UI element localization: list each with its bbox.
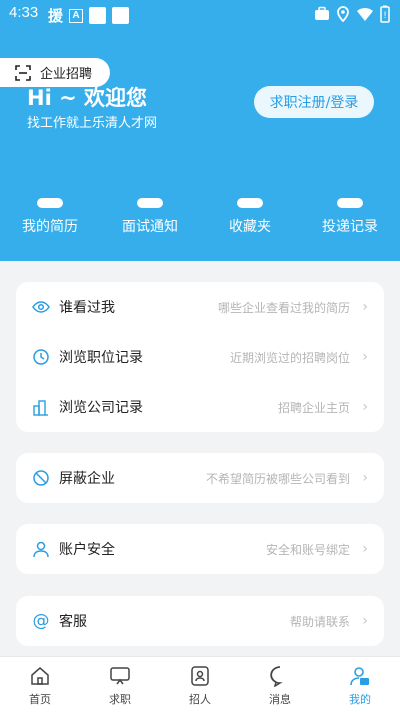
company-recruit-label: 企业招聘	[40, 67, 93, 82]
menu-card-block: 屏蔽企业 不希望简历被哪些公司看到 ›	[16, 453, 384, 503]
menu-item-account-security[interactable]: 账户安全 安全和账号绑定 ›	[16, 524, 384, 574]
clock-icon	[32, 348, 50, 366]
menu-item-desc: 哪些企业查看过我的简历	[217, 300, 350, 315]
greeting-title: Hi ~ 欢迎您	[27, 86, 147, 110]
menu-item-label: 账户安全	[59, 542, 115, 558]
menu-card-security: 账户安全 安全和账号绑定 ›	[16, 524, 384, 574]
stat-resume[interactable]: 我的简历	[0, 198, 100, 236]
tab-label: 我的	[349, 693, 371, 706]
wifi-icon	[357, 7, 373, 21]
menu-item-label: 客服	[59, 614, 87, 630]
status-time: 4:33	[9, 4, 39, 21]
menu-item-block-company[interactable]: 屏蔽企业 不希望简历被哪些公司看到 ›	[16, 453, 384, 503]
chevron-right-icon: ›	[362, 541, 368, 557]
app-notification-icon: 援	[48, 8, 64, 25]
chevron-right-icon: ›	[362, 349, 368, 365]
menu-item-job-history[interactable]: 浏览职位记录 近期浏览过的招聘岗位 ›	[16, 332, 384, 382]
menu-card-records: 谁看过我 哪些企业查看过我的简历 › 浏览职位记录 近期浏览过的招聘岗位 › 浏…	[16, 282, 384, 432]
menu-item-desc: 帮助请联系	[289, 614, 350, 629]
bottom-tab-bar: 首页 求职 招人 消息 我的	[0, 656, 400, 712]
chat-icon	[269, 665, 291, 687]
tab-label: 首页	[29, 693, 51, 706]
stat-value-placeholder	[37, 198, 63, 208]
menu-item-customer-service[interactable]: @ 客服 帮助请联系 ›	[16, 596, 384, 646]
menu-item-desc: 不希望简历被哪些公司看到	[205, 471, 350, 486]
tab-label: 招人	[189, 693, 211, 706]
battery-icon: !	[380, 5, 390, 23]
status-bar: 4:33 援 A !	[0, 0, 400, 28]
block-icon	[32, 469, 50, 487]
menu-item-label: 屏蔽企业	[59, 471, 115, 487]
switch-icon	[15, 64, 31, 81]
profile-icon	[349, 665, 371, 687]
at-icon: @	[32, 611, 50, 631]
tab-profile[interactable]: 我的	[320, 657, 400, 712]
profile-header: 企业招聘 Hi ~ 欢迎您 找工作就上乐清人才网 求职注册/登录 我的简历 面试…	[0, 28, 400, 261]
menu-item-desc: 招聘企业主页	[277, 400, 350, 415]
register-login-button[interactable]: 求职注册/登录	[254, 86, 374, 118]
tab-recruit[interactable]: 招人	[160, 657, 240, 712]
menu-item-desc: 安全和账号绑定	[265, 542, 350, 557]
menu-item-label: 浏览公司记录	[59, 400, 143, 416]
menu-card-service: @ 客服 帮助请联系 ›	[16, 596, 384, 646]
chevron-right-icon: ›	[362, 470, 368, 486]
greeting-subtitle: 找工作就上乐清人才网	[27, 116, 158, 131]
a-badge-icon: A	[69, 8, 84, 23]
tab-home[interactable]: 首页	[0, 657, 80, 712]
menu-item-company-history[interactable]: 浏览公司记录 招聘企业主页 ›	[16, 382, 384, 432]
stats-row: 我的简历 面试通知 收藏夹 投递记录	[0, 198, 400, 236]
building-icon	[32, 398, 50, 416]
stat-value-placeholder	[337, 198, 363, 208]
stat-value-placeholder	[137, 198, 163, 208]
location-icon	[337, 6, 349, 22]
menu-item-label: 谁看过我	[59, 300, 115, 316]
menu-item-label: 浏览职位记录	[59, 350, 143, 366]
tab-label: 消息	[269, 693, 291, 706]
person-card-icon	[189, 665, 211, 687]
stat-applications[interactable]: 投递记录	[300, 198, 400, 236]
monitor-icon	[109, 665, 131, 687]
user-icon	[32, 540, 50, 558]
tab-jobs[interactable]: 求职	[80, 657, 160, 712]
svg-text:!: !	[383, 11, 387, 21]
menu-item-desc: 近期浏览过的招聘岗位	[229, 350, 350, 365]
chevron-right-icon: ›	[362, 613, 368, 629]
tab-messages[interactable]: 消息	[240, 657, 320, 712]
stat-label: 面试通知	[122, 219, 178, 235]
menu-item-who-viewed[interactable]: 谁看过我 哪些企业查看过我的简历 ›	[16, 282, 384, 332]
stat-value-placeholder	[237, 198, 263, 208]
notification-square-icon	[89, 7, 107, 24]
stat-favorites[interactable]: 收藏夹	[200, 198, 300, 236]
stat-label: 收藏夹	[229, 219, 271, 235]
stat-interview[interactable]: 面试通知	[100, 198, 200, 236]
stat-label: 投递记录	[322, 219, 378, 235]
briefcase-icon	[315, 6, 329, 20]
notification-square-icon-2	[112, 7, 130, 24]
eye-icon	[32, 298, 50, 316]
tab-label: 求职	[109, 693, 131, 706]
chevron-right-icon: ›	[362, 399, 368, 415]
home-icon	[29, 665, 51, 687]
stat-label: 我的简历	[22, 219, 78, 235]
chevron-right-icon: ›	[362, 299, 368, 315]
